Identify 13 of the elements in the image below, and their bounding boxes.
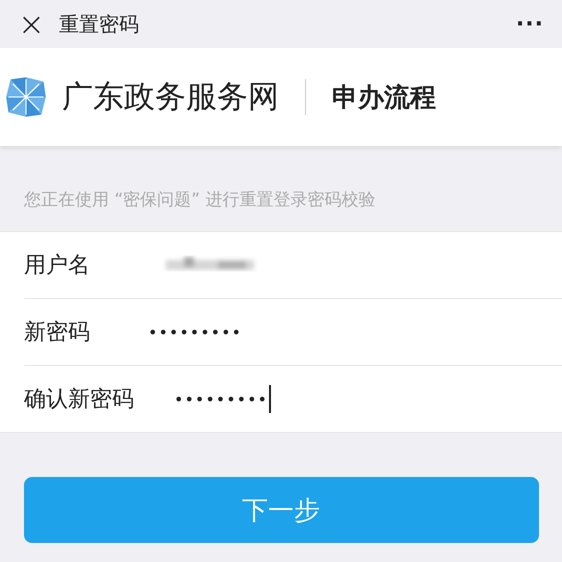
pinwheel-logo-icon: [4, 75, 48, 119]
password-field[interactable]: •••••••••: [174, 390, 268, 408]
site-name: 广东政务服务网: [62, 78, 279, 117]
password-field[interactable]: •••••••••: [148, 322, 242, 342]
field-label: 新密码: [24, 319, 91, 347]
field-label: 用户名: [24, 252, 91, 280]
section-title: 申办流程: [332, 82, 436, 114]
page-title: 重置密码: [58, 10, 140, 38]
field-label: 确认新密码: [24, 386, 135, 414]
more-menu-button[interactable]: ···: [516, 12, 544, 36]
text-cursor: [268, 385, 271, 413]
notice-text: 您正在使用 “密保问题” 进行重置登录密码校验: [23, 189, 376, 212]
close-icon[interactable]: ×: [18, 8, 45, 40]
